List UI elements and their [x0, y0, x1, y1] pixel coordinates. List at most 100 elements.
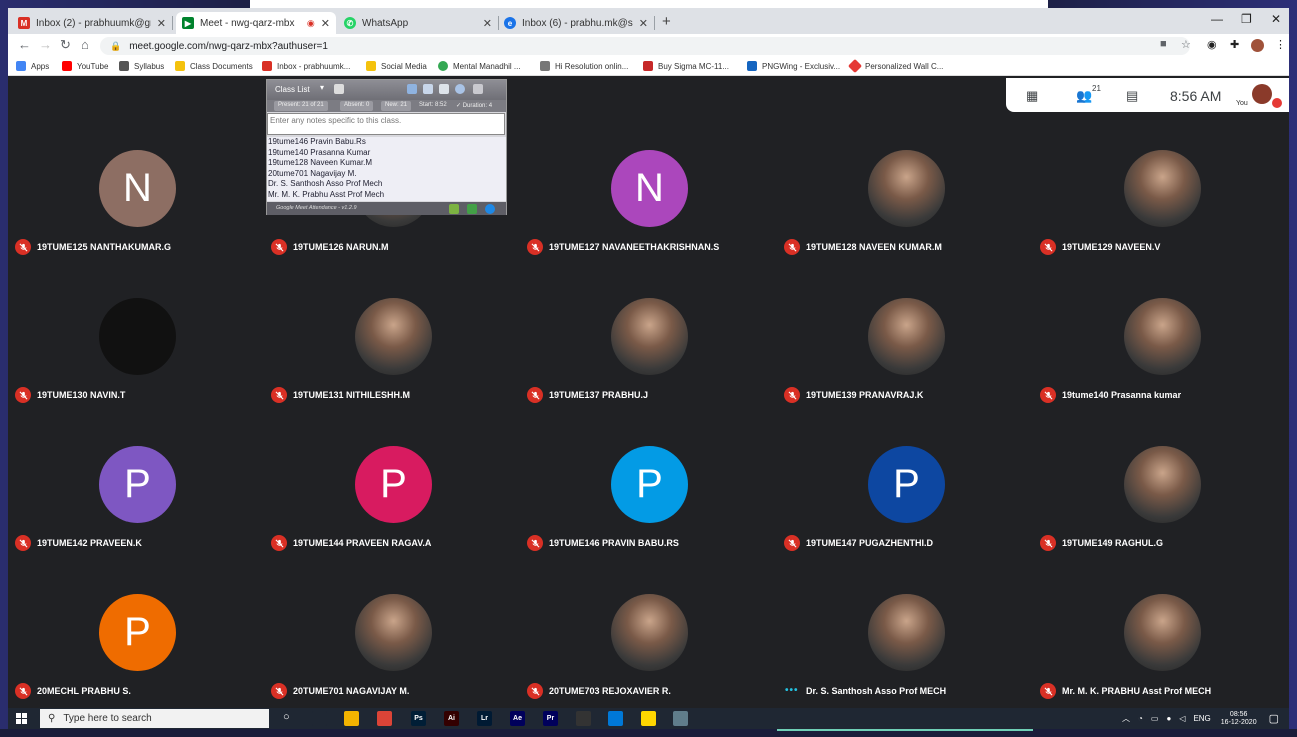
participant-tile[interactable]: 19TUME149 RAGHUL.G	[1033, 441, 1289, 589]
chevron-up-icon[interactable]: ︿	[1122, 713, 1130, 724]
bookmark-mental-manadhil[interactable]: Mental Manadhil ...	[438, 61, 521, 71]
participant-name: 19TUME131 NITHILESHH.M	[293, 390, 411, 400]
participant-tile[interactable]: 19TUME129 NAVEEN.V	[1033, 145, 1289, 293]
volume-icon[interactable]: ◁	[1179, 714, 1185, 723]
clock[interactable]: 08:56 16-12-2020	[1221, 711, 1257, 727]
avatar: P	[99, 594, 176, 671]
back-arrow-icon[interactable]: ←	[18, 37, 31, 52]
close-icon[interactable]: ✕	[157, 17, 166, 30]
close-window-button[interactable]: ✕	[1271, 12, 1281, 26]
chevron-down-icon[interactable]: ▾	[320, 83, 324, 92]
close-icon[interactable]: ✕	[321, 17, 330, 30]
participant-tile[interactable]: 19TUME130 NAVIN.T	[8, 293, 264, 441]
tab-whatsapp[interactable]: ✆ WhatsApp ✕	[338, 12, 499, 34]
self-video-avatar[interactable]	[1252, 84, 1272, 104]
task-view-icon[interactable]	[312, 711, 327, 726]
restore-button[interactable]: ❐	[1241, 12, 1252, 26]
tab-meet[interactable]: ▶ Meet - nwg-qarz-mbx ◉ ✕	[176, 12, 336, 34]
help-icon[interactable]	[485, 204, 495, 214]
bookmark-apps[interactable]: Apps	[16, 61, 49, 71]
bookmark-pngwing[interactable]: PNGWing - Exclusiv...	[747, 61, 840, 71]
bookmark-class-documents[interactable]: Class Documents	[175, 61, 253, 71]
participant-tile[interactable]: 19TUME137 PRABHU.J	[520, 293, 776, 441]
bookmark-social-media[interactable]: Social Media	[366, 61, 427, 71]
settings-icon[interactable]	[455, 84, 465, 94]
system-tray: ︿ ◔ ▭ ● ◁ ENG 08:56 16-12-2020 ▢	[1114, 709, 1279, 728]
people-icon[interactable]: 👥	[1076, 88, 1092, 104]
taskbar-search-box[interactable]: ⚲ Type here to search	[40, 709, 269, 728]
puzzle-icon[interactable]: ✚	[1230, 38, 1239, 51]
bookmark-personalized-wall[interactable]: Personalized Wall C...	[847, 58, 943, 74]
minimize-button[interactable]: —	[1211, 12, 1223, 26]
url-bar[interactable]: 🔒 meet.google.com/nwg-qarz-mbx?authuser=…	[100, 37, 1190, 55]
taskbar-date: 16-12-2020	[1220, 718, 1257, 726]
bookmark-inbox[interactable]: Inbox - prabhuumk...	[262, 61, 350, 71]
language-indicator[interactable]: ENG	[1193, 714, 1210, 723]
participant-tile[interactable]: 19TUME139 PRANAVRAJ.K	[777, 293, 1033, 441]
bookmarks-bar: Apps YouTube Syllabus Class Documents In…	[8, 58, 1289, 76]
avatar	[1124, 446, 1201, 523]
save-icon[interactable]	[467, 204, 477, 214]
cortana-icon[interactable]: ○	[283, 711, 290, 723]
battery-icon[interactable]: ▭	[1151, 714, 1159, 723]
participant-tile[interactable]: N 19TUME125 NANTHAKUMAR.G	[8, 145, 264, 293]
bookmark-youtube[interactable]: YouTube	[62, 61, 108, 71]
export-icon[interactable]	[423, 84, 433, 94]
illustrator-icon[interactable]: Ai	[444, 711, 459, 726]
sticky-notes-icon[interactable]	[641, 711, 656, 726]
windows-taskbar: ⚲ Type here to search ○ Ps Ai Lr Ae Pr ︿ ◔ ▭…	[8, 708, 1289, 729]
camera-icon[interactable]: ■	[1160, 38, 1167, 50]
tab-gmail[interactable]: M Inbox (2) - prabhuumk@gmail.co ✕	[12, 12, 173, 34]
network-icon[interactable]: ◔	[1138, 714, 1143, 723]
app-icon[interactable]	[673, 711, 688, 726]
reload-icon[interactable]: ↻	[60, 37, 71, 53]
bookmark-hi-resolution[interactable]: Hi Resolution onlin...	[540, 61, 628, 71]
new-tab-button[interactable]: +	[662, 13, 671, 30]
grid-view-icon[interactable]: ▦	[1026, 88, 1038, 104]
avatar	[868, 594, 945, 671]
participant-tile[interactable]: 19TUME131 NITHILESHH.M	[264, 293, 520, 441]
star-icon[interactable]: ☆	[1181, 38, 1191, 51]
extension-icon[interactable]: ◉	[1207, 38, 1217, 51]
refresh-icon[interactable]	[407, 84, 417, 94]
file-explorer-icon[interactable]	[344, 711, 359, 726]
lightroom-icon[interactable]: Lr	[477, 711, 492, 726]
participant-tile[interactable]: N 19TUME127 NAVANEETHAKRISHNAN.S	[520, 145, 776, 293]
menu-icon[interactable]: ⋮	[1275, 38, 1286, 51]
avatar	[355, 298, 432, 375]
class-list-title[interactable]: Class List	[275, 85, 310, 94]
forward-arrow-icon[interactable]: →	[39, 37, 52, 52]
avatar	[868, 150, 945, 227]
bookmark-syllabus[interactable]: Syllabus	[119, 61, 164, 71]
chat-icon[interactable]: ▤	[1126, 88, 1138, 104]
pin-icon[interactable]	[473, 84, 483, 94]
premiere-icon[interactable]: Pr	[543, 711, 558, 726]
windows-start-icon[interactable]	[16, 713, 27, 724]
avatar	[1124, 594, 1201, 671]
close-icon[interactable]: ✕	[639, 17, 648, 30]
participant-tile[interactable]: 19TUME128 NAVEEN KUMAR.M	[777, 145, 1033, 293]
participant-tile[interactable]: P 19TUME142 PRAVEEN.K	[8, 441, 264, 589]
after-effects-icon[interactable]: Ae	[510, 711, 525, 726]
avatar	[1124, 150, 1201, 227]
participant-tile[interactable]: P 19TUME144 PRAVEEN RAGAV.A	[264, 441, 520, 589]
photoshop-icon[interactable]: Ps	[411, 711, 426, 726]
participant-tile[interactable]: 19tume140 Prasanna kumar	[1033, 293, 1289, 441]
tab-skct-mail[interactable]: e Inbox (6) - prabhu.mk@skct.edu ✕	[498, 12, 655, 34]
close-icon[interactable]: ✕	[483, 17, 492, 30]
participant-tile[interactable]: P 19TUME147 PUGAZHENTHI.D	[777, 441, 1033, 589]
davinci-icon[interactable]	[576, 711, 591, 726]
mic-icon[interactable]: ●	[1166, 714, 1171, 723]
edit-icon[interactable]	[334, 84, 344, 94]
edge-icon[interactable]	[608, 711, 623, 726]
bookmark-buy-sigma[interactable]: Buy Sigma MC-11...	[643, 61, 729, 71]
class-notes-input[interactable]: Enter any notes specific to this class.	[267, 113, 505, 135]
print-icon[interactable]	[439, 84, 449, 94]
participant-tile[interactable]: P 19TUME146 PRAVIN BABU.RS	[520, 441, 776, 589]
notification-icon[interactable]: ▢	[1269, 712, 1279, 725]
speaking-indicator-icon: •••	[785, 685, 799, 696]
chrome-icon[interactable]	[377, 711, 392, 726]
home-icon[interactable]: ⌂	[81, 37, 89, 52]
spreadsheet-icon[interactable]	[449, 204, 459, 214]
profile-avatar[interactable]	[1251, 39, 1264, 52]
